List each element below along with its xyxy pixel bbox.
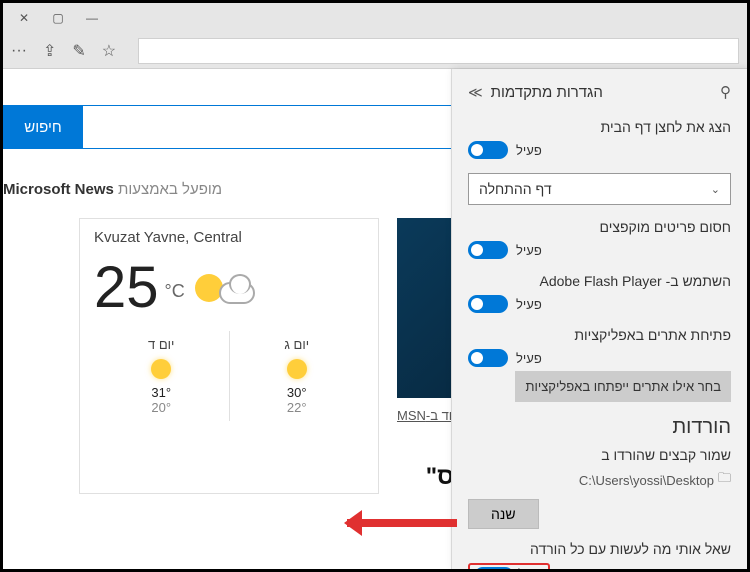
- powered-by-label: מופעל באמצעות Microsoft News: [3, 181, 222, 198]
- more-icon[interactable]: ···: [11, 42, 27, 60]
- cloud-icon: [219, 282, 255, 304]
- notes-icon[interactable]: ✎: [72, 41, 85, 61]
- window-titlebar: ✕ ▢ —: [3, 3, 747, 33]
- minimize-icon[interactable]: —: [75, 3, 109, 33]
- panel-title: הגדרות מתקדמות ≫: [468, 84, 603, 101]
- downloads-heading: הורדות: [468, 416, 731, 439]
- sun-icon: [195, 274, 223, 302]
- weather-card[interactable]: Kvuzat Yavne, Central 25 °C יום ג 30° 22…: [79, 218, 379, 494]
- share-icon[interactable]: ⇪: [43, 41, 56, 61]
- pin-icon[interactable]: ⚲: [720, 83, 731, 101]
- setting-flash: השתמש ב- Adobe Flash Player פעיל: [468, 273, 731, 313]
- forecast-day: יום ג 30° 22°: [230, 331, 365, 421]
- close-icon[interactable]: ✕: [7, 3, 41, 33]
- weather-unit: °C: [165, 281, 185, 302]
- settings-panel: ⚲ הגדרות מתקדמות ≫ הצג את לחצן דף הבית פ…: [451, 69, 747, 569]
- search-button[interactable]: חיפוש: [3, 105, 83, 149]
- address-bar[interactable]: [138, 38, 739, 64]
- toggle-apps[interactable]: [468, 349, 508, 367]
- downloads-path: C:\Users\yossi\Desktop 🗀: [468, 469, 731, 491]
- chevron-down-icon: ⌄: [711, 183, 720, 196]
- start-page-dropdown[interactable]: ⌄ דף ההתחלה: [468, 173, 731, 205]
- setting-home-button: הצג את לחצן דף הבית פעיל: [468, 119, 731, 159]
- setting-open-in-apps: פתיחת אתרים באפליקציות פעיל בחר אילו אתר…: [468, 327, 731, 402]
- forecast-day: יום ד 31° 20°: [94, 331, 230, 421]
- sun-icon: [287, 359, 307, 379]
- sun-icon: [151, 359, 171, 379]
- toggle-popups[interactable]: [468, 241, 508, 259]
- toggle-ask-download[interactable]: [474, 567, 514, 569]
- toggle-flash[interactable]: [468, 295, 508, 313]
- weather-location: Kvuzat Yavne, Central: [94, 229, 364, 246]
- weather-temp: 25: [94, 254, 159, 321]
- chevron-right-icon[interactable]: ≫: [468, 84, 483, 101]
- setting-ask-download: שאל אותי מה לעשות עם כל הורדה פעיל: [468, 541, 731, 569]
- choose-sites-button[interactable]: בחר אילו אתרים ייפתחו באפליקציות: [515, 371, 731, 402]
- change-folder-button[interactable]: שנה: [468, 499, 539, 529]
- setting-popup-blocker: חסום פריטים מוקפצים פעיל: [468, 219, 731, 259]
- downloads-save-label: שמור קבצים שהורדו ב: [468, 447, 731, 463]
- folder-icon: 🗀: [718, 469, 731, 491]
- annotation-arrow: [347, 519, 457, 527]
- maximize-icon[interactable]: ▢: [41, 3, 75, 33]
- browser-toolbar: ··· ⇪ ✎ ☆: [3, 33, 747, 69]
- favorites-icon[interactable]: ☆: [102, 41, 116, 61]
- toggle-home-button[interactable]: [468, 141, 508, 159]
